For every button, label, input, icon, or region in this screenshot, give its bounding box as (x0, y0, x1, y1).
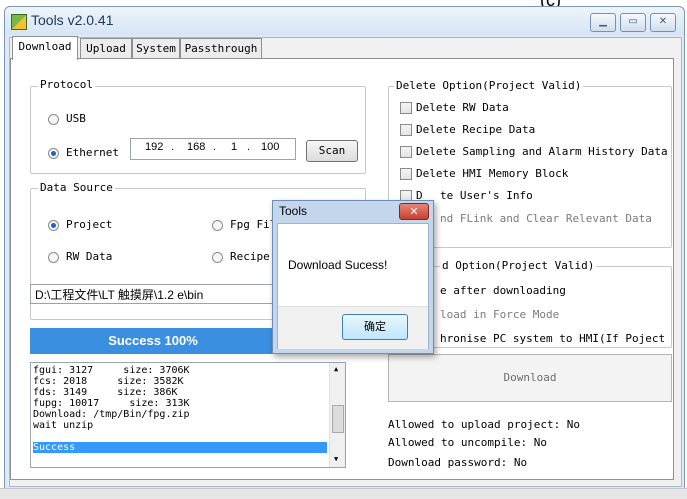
recipe-label: Recipe (230, 250, 270, 263)
tab-system[interactable]: System (132, 38, 180, 59)
sync-pc-time-option-label: hronise PC system to HMI(If Poject (440, 332, 666, 345)
usb-radio[interactable] (48, 114, 59, 125)
scroll-thumb[interactable] (332, 405, 344, 433)
ip-dot: . (247, 141, 251, 153)
ip-address-field[interactable]: 192 . 168 . 1 . 100 (130, 138, 296, 160)
ip-octet-3: 1 (231, 141, 238, 153)
progress-bar: Success 100% (30, 328, 276, 354)
tab-passthrough[interactable]: Passthrough (180, 38, 262, 59)
usb-label: USB (66, 112, 86, 125)
maximize-icon[interactable]: ▭ (620, 13, 646, 32)
delete-hmi-memory-checkbox[interactable] (400, 168, 412, 180)
log-line: wait unzip (33, 420, 94, 431)
delete-option-group-label: Delete Option(Project Valid) (394, 79, 584, 92)
ip-octet-2: 168 (187, 141, 206, 153)
force-mode-option-label: load in Force Mode (440, 308, 560, 321)
data-source-group-label: Data Source (38, 181, 115, 194)
scroll-up-icon[interactable]: ▲ (334, 365, 338, 373)
project-radio[interactable] (48, 220, 59, 231)
upload-permission-text: Allowed to upload project: No (388, 418, 581, 431)
log-line: fupg: 10017 size: 313K (33, 398, 190, 409)
delete-rw-data-label: Delete RW Data (416, 101, 509, 114)
uncompile-permission-text: Allowed to uncompile: No (388, 436, 547, 449)
delete-hmi-memory-label: Delete HMI Memory Block (416, 167, 569, 180)
title-bar: Tools v2.0.41 ▁ ▭ ✕ (5, 7, 684, 35)
close-icon[interactable]: ✕ (650, 13, 676, 32)
log-line-selected: Success (33, 442, 327, 453)
download-option-group-label: d Option(Project Valid) (440, 259, 597, 272)
ethernet-label: Ethernet (66, 146, 119, 159)
minimize-icon[interactable]: ▁ (590, 13, 616, 32)
protocol-group-label: Protocol (38, 78, 95, 91)
recipe-radio[interactable] (212, 252, 223, 263)
success-dialog: Tools ✕ Download Sucess! 确定 (272, 200, 434, 354)
log-line: fds: 3149 size: 386K (33, 387, 178, 398)
delete-history-data-label: Delete Sampling and Alarm History Data (416, 145, 668, 158)
tab-label: System (136, 42, 176, 55)
scroll-down-icon[interactable]: ▼ (334, 455, 338, 463)
download-button[interactable]: Download (388, 354, 672, 402)
log-line: fcs: 2018 size: 3582K (33, 376, 184, 387)
tab-label: Download (18, 40, 72, 53)
dialog-message: Download Sucess! (288, 258, 388, 272)
ip-octet-1: 192 (145, 141, 164, 153)
tab-upload[interactable]: Upload (80, 38, 132, 59)
fpg-file-label: Fpg Fil (230, 218, 277, 231)
tab-label: Upload (86, 42, 126, 55)
project-label: Project (66, 218, 113, 231)
ip-dot: . (171, 141, 175, 153)
log-scrollbar[interactable]: ▲ ▼ (329, 363, 345, 467)
flink-clear-label: nd FLink and Clear Relevant Data (440, 212, 652, 225)
scan-button[interactable]: Scan (306, 140, 358, 162)
delete-user-info-label: te User's Info (440, 189, 533, 202)
fpg-file-radio[interactable] (212, 220, 223, 231)
window-title: Tools v2.0.41 (31, 12, 114, 28)
tab-label: Passthrough (184, 42, 258, 55)
delete-recipe-data-checkbox[interactable] (400, 124, 412, 136)
ok-button[interactable]: 确定 (342, 314, 408, 340)
delete-rw-data-checkbox[interactable] (400, 102, 412, 114)
rw-data-label: RW Data (66, 250, 113, 263)
dialog-body: Download Sucess! 确定 (277, 223, 429, 349)
delete-history-data-checkbox[interactable] (400, 146, 412, 158)
log-line: Download: /tmp/Bin/fpg.zip (33, 409, 190, 420)
dialog-title: Tools (279, 204, 308, 218)
tab-download[interactable]: Download (12, 36, 78, 60)
status-strip (0, 488, 687, 499)
ip-dot: . (213, 141, 217, 153)
ip-octet-4: 100 (261, 141, 280, 153)
after-download-option-label: e after downloading (440, 284, 566, 297)
ethernet-radio[interactable] (48, 148, 59, 159)
app-icon (11, 14, 27, 30)
log-line: fgui: 3127 size: 3706K (33, 365, 190, 376)
close-icon[interactable]: ✕ (399, 203, 429, 220)
download-password-text: Download password: No (388, 456, 528, 469)
log-output[interactable]: fgui: 3127 size: 3706K fcs: 2018 size: 3… (30, 362, 346, 468)
file-path-input[interactable]: D:\工程文件\LT 触摸屏\1.2 e\bin (30, 284, 274, 304)
delete-recipe-data-label: Delete Recipe Data (416, 123, 536, 136)
rw-data-radio[interactable] (48, 252, 59, 263)
